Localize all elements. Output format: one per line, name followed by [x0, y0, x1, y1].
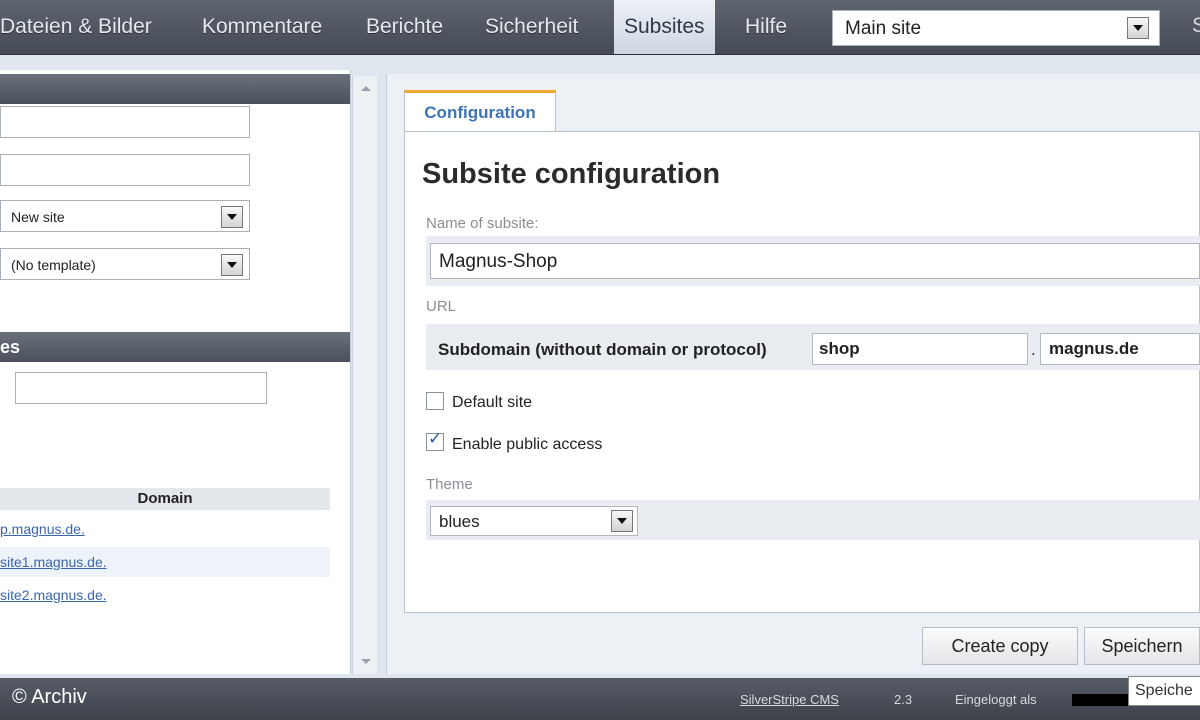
nav-item-security[interactable]: Sicherheit: [485, 0, 578, 54]
tab-configuration[interactable]: Configuration: [404, 90, 556, 132]
domain-value: magnus.de: [1049, 339, 1139, 358]
nav-item-files-images[interactable]: Dateien & Bilder: [0, 0, 152, 54]
cms-version: 2.3: [894, 692, 913, 707]
chevron-down-icon[interactable]: [221, 206, 243, 228]
domain-field[interactable]: magnus.de: [1040, 333, 1200, 365]
subsite-name-field[interactable]: Magnus-Shop: [430, 243, 1200, 279]
site-selector-value: Main site: [845, 18, 922, 39]
theme-select[interactable]: blues: [430, 506, 638, 536]
new-site-select[interactable]: New site: [0, 200, 250, 232]
nav-item-help[interactable]: Hilfe: [745, 0, 787, 54]
redacted-username: [1072, 694, 1132, 706]
left-panel: New site (No template) es Domain p.magnu…: [0, 70, 351, 674]
cms-link[interactable]: SilverStripe CMS: [740, 692, 839, 707]
domain-link[interactable]: site2.magnus.de.: [0, 580, 330, 610]
theme-select-value: blues: [439, 512, 480, 531]
nav-item-cut-off[interactable]: S: [1192, 14, 1200, 38]
logged-in-label: Eingeloggt als: [955, 692, 1037, 707]
page-title: Subsite configuration: [422, 158, 721, 190]
configuration-form: [404, 131, 1200, 613]
nav-item-comments[interactable]: Kommentare: [202, 0, 322, 54]
left-input-1[interactable]: [0, 106, 250, 138]
save-tooltip: Speiche: [1128, 676, 1200, 706]
site-selector[interactable]: Main site: [832, 10, 1160, 46]
public-access-checkbox[interactable]: [426, 429, 444, 451]
subdomain-field[interactable]: shop: [812, 333, 1028, 365]
domain-separator: .: [1031, 340, 1036, 359]
default-site-label: Default site: [452, 394, 533, 411]
save-button[interactable]: Speichern: [1084, 627, 1200, 665]
theme-label: Theme: [426, 476, 473, 493]
subsite-name-label: Name of subsite:: [426, 215, 539, 232]
chevron-down-icon[interactable]: [611, 510, 633, 532]
subsite-name-value: Magnus-Shop: [439, 251, 558, 272]
copyright-text: © Archiv: [12, 686, 87, 708]
template-select[interactable]: (No template): [0, 248, 250, 280]
left-panel-section-header: es: [0, 332, 350, 362]
left-scrollbar[interactable]: [352, 76, 377, 674]
nav-item-reports[interactable]: Berichte: [366, 0, 443, 54]
subdomain-value: shop: [819, 339, 860, 358]
scroll-up-icon[interactable]: [361, 86, 371, 91]
scroll-down-icon[interactable]: [361, 659, 371, 664]
subdomain-label: Subdomain (without domain or protocol): [438, 340, 767, 359]
create-copy-button[interactable]: Create copy: [922, 627, 1078, 665]
public-access-label: Enable public access: [452, 436, 603, 453]
search-input[interactable]: [15, 372, 267, 404]
section-header-label: es: [0, 337, 21, 357]
default-site-checkbox[interactable]: [426, 392, 444, 410]
left-input-2[interactable]: [0, 154, 250, 186]
chevron-down-icon[interactable]: [221, 254, 243, 276]
domain-link[interactable]: p.magnus.de.: [0, 514, 330, 544]
domain-link[interactable]: site1.magnus.de.: [0, 547, 330, 577]
url-label: URL: [426, 298, 457, 315]
nav-item-subsites[interactable]: Subsites: [614, 0, 715, 54]
domain-column-header: Domain: [0, 488, 330, 510]
top-navigation: Dateien & Bilder Kommentare Berichte Sic…: [0, 0, 1200, 55]
chevron-down-icon[interactable]: [1127, 17, 1149, 39]
new-site-select-value: New site: [11, 209, 65, 225]
left-panel-header: [0, 74, 350, 104]
template-select-value: (No template): [11, 257, 96, 273]
